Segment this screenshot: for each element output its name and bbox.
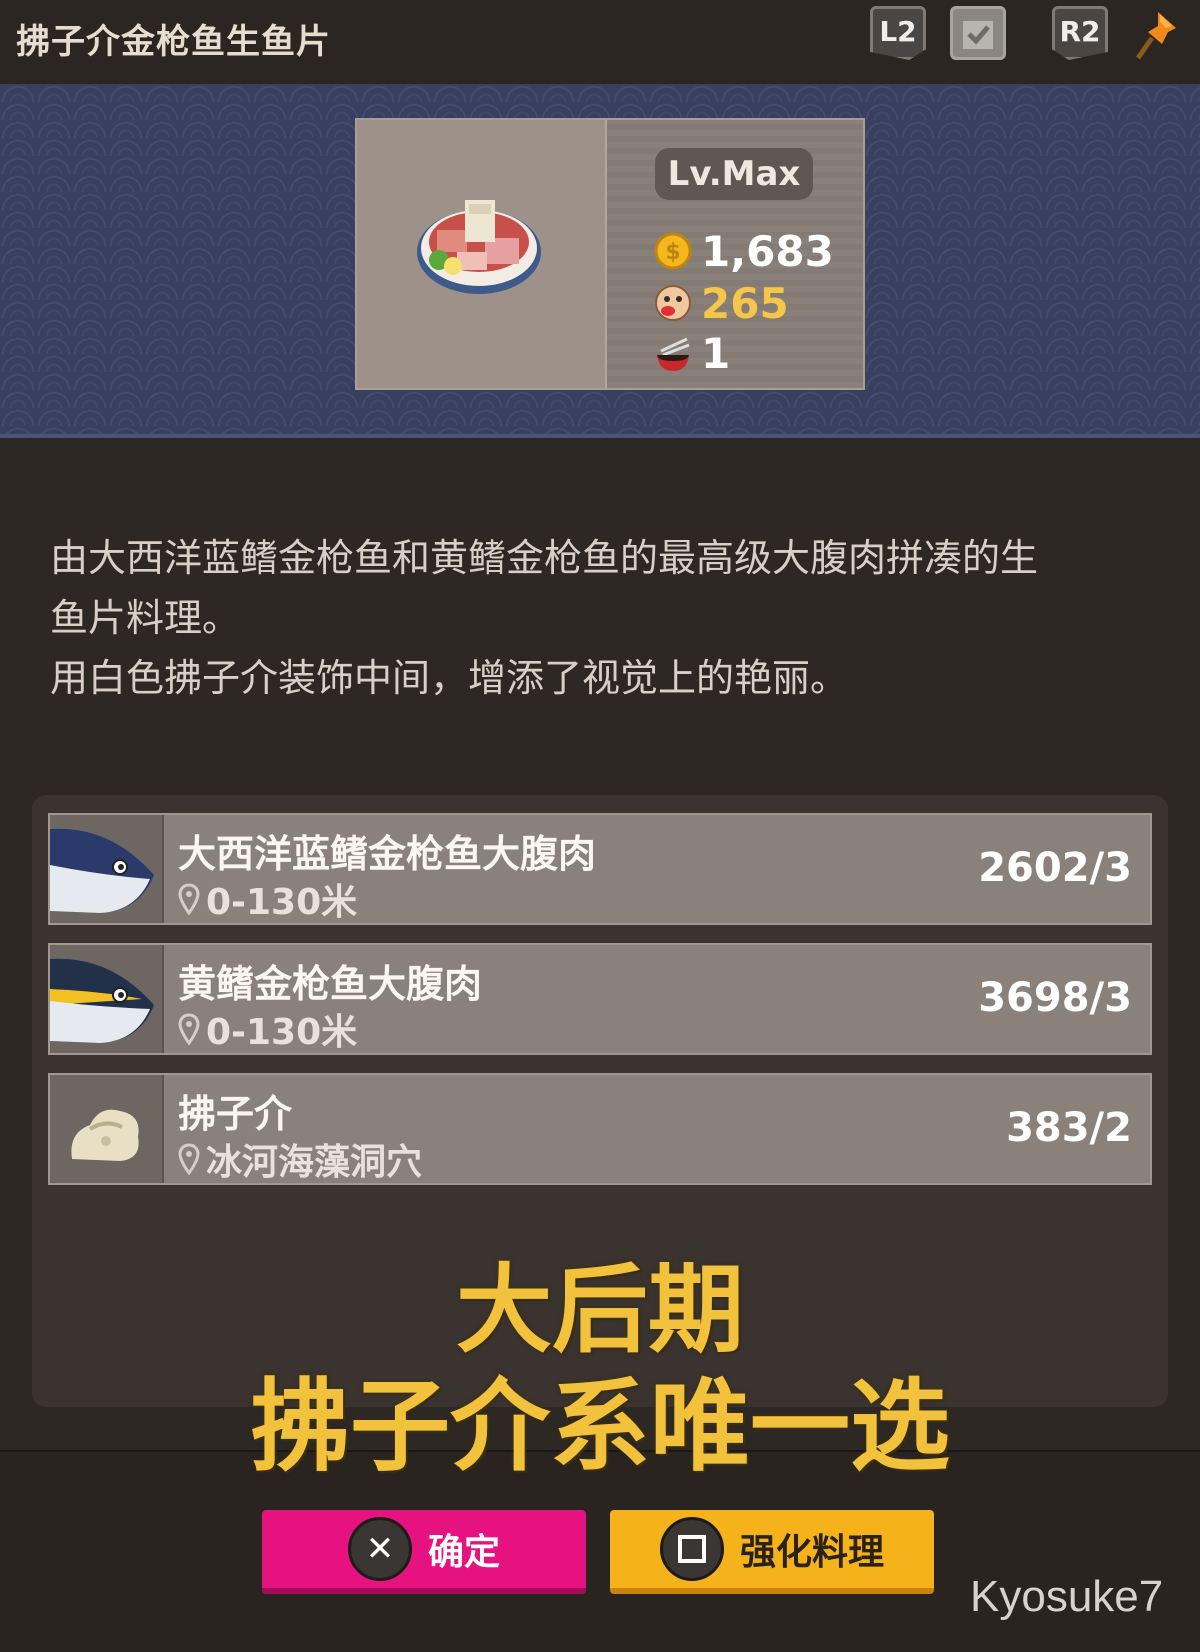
tasty-face-icon [653,283,693,323]
dish-image [357,120,607,388]
level-badge: Lv.Max [655,148,813,200]
location-pin-icon [178,883,200,915]
cross-button-icon: ✕ [347,1517,412,1581]
yellowfin-tuna-icon [50,945,164,1053]
watermark: Kyosuke7 [970,1572,1164,1621]
pushpin-icon[interactable] [1132,8,1182,68]
description-line: 鱼片料理。 [50,596,241,640]
confirm-label: 确定 [427,1532,500,1573]
portions-stat: 1 [653,328,731,378]
enhance-dish-button[interactable]: 强化料理 [610,1510,934,1594]
square-button-icon [659,1517,724,1581]
ingredient-location: 0-130米 [178,1003,357,1055]
popularity-stat: 265 [653,278,789,328]
ingredient-row[interactable]: 大西洋蓝鳍金枪鱼大腹肉 0-130米 2602/3 [48,813,1152,925]
price-stat: $ 1,683 [653,226,834,276]
location-text: 0-130米 [206,1012,358,1053]
clipboard-check-icon[interactable] [950,6,1006,60]
price-value: 1,683 [701,226,834,276]
coin-icon: $ [653,231,693,271]
dish-description: 由大西洋蓝鳍金枪鱼和黄鳍金枪鱼的最高级大腹肉拼凑的生 鱼片料理。 用白色拂子介装… [50,528,1160,708]
location-pin-icon [178,1013,200,1045]
svg-text:$: $ [665,240,680,265]
confirm-button[interactable]: ✕ 确定 [262,1510,586,1594]
dish-card: Lv.Max $ 1,683 265 1 [355,118,865,390]
ingredient-location: 冰河海藻洞穴 [178,1133,422,1185]
ingredient-location: 0-130米 [178,873,357,925]
popularity-value: 265 [701,278,789,328]
location-text: 0-130米 [206,882,358,923]
description-line: 由大西洋蓝鳍金枪鱼和黄鳍金枪鱼的最高级大腹肉拼凑的生 [50,536,1039,580]
description-line: 用白色拂子介装饰中间，增添了视觉上的艳丽。 [50,656,849,700]
ingredient-row[interactable]: 拂子介 冰河海藻洞穴 383/2 [48,1073,1152,1185]
enhance-label: 强化料理 [739,1532,884,1573]
l2-tab-button[interactable]: L2 [870,6,926,60]
dish-title: 拂子介金枪鱼生鱼片 [16,22,331,62]
bowl-chopsticks-icon [653,333,693,373]
ingredient-row[interactable]: 黄鳍金枪鱼大腹肉 0-130米 3698/3 [48,943,1152,1055]
ingredient-name: 黄鳍金枪鱼大腹肉 [178,962,483,1006]
location-pin-icon [178,1143,200,1175]
overlay-caption-line2: 拂子介系唯一选 [250,1368,950,1485]
barnacle-icon [50,1075,164,1183]
bluefin-tuna-icon [50,815,164,923]
ingredient-quantity: 3698/3 [978,975,1132,1021]
dish-stats: Lv.Max $ 1,683 265 1 [607,120,863,388]
r2-tab-button[interactable]: R2 [1052,6,1108,60]
ingredient-name: 拂子介 [178,1092,293,1136]
header-bar: 拂子介金枪鱼生鱼片 L2 R2 [0,0,1200,86]
ingredient-quantity: 2602/3 [978,845,1132,891]
portions-value: 1 [701,328,731,378]
location-text: 冰河海藻洞穴 [206,1142,423,1183]
ingredient-quantity: 383/2 [1006,1105,1132,1151]
ingredient-name: 大西洋蓝鳍金枪鱼大腹肉 [178,832,597,876]
